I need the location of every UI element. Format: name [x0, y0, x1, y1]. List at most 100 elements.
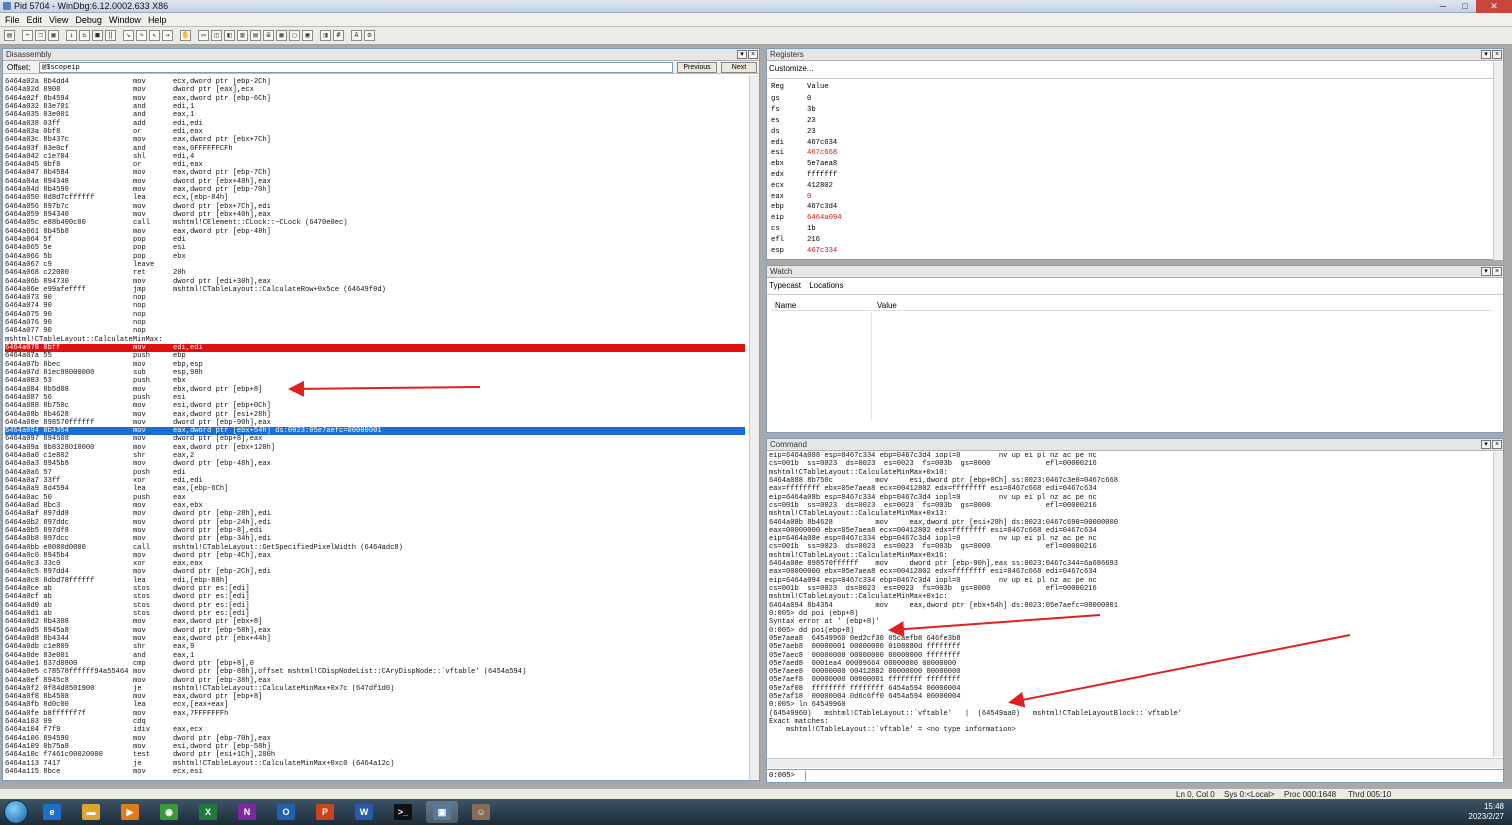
register-row[interactable]: ebx 5e7aea8 [771, 159, 842, 170]
register-row[interactable]: efl 216 [771, 234, 842, 245]
register-row[interactable]: es 23 [771, 116, 842, 127]
disassembly-line[interactable]: 6464a0ce ab stos dword ptr es:[edi] [5, 585, 745, 593]
memory-window-icon[interactable]: ▤ [250, 30, 261, 41]
taskbar-excel-button[interactable]: X [192, 801, 224, 823]
disassembly-line[interactable]: 6464a106 894590 mov dword ptr [ebp-70h],ea… [5, 735, 745, 743]
call-stack-window-icon[interactable]: ≣ [263, 30, 274, 41]
break-icon[interactable]: ‖ [105, 30, 116, 41]
register-row[interactable]: eip 6464a094 [771, 213, 842, 224]
disassembly-line[interactable]: 6464a0b5 897df8 mov dword ptr [ebp-8],edi [5, 527, 745, 535]
step-into-icon[interactable]: ↘ [123, 30, 134, 41]
disassembly-line[interactable]: 6464a056 897b7c mov dword ptr [ebx+7Ch],ed… [5, 203, 745, 211]
disassembly-line[interactable]: 6464a035 83e001 and eax,1 [5, 111, 745, 119]
disassembly-line[interactable]: 6464a076 90 nop [5, 319, 745, 327]
pane-close-icon[interactable]: × [1492, 267, 1502, 276]
hex-mode-icon[interactable]: # [333, 30, 344, 41]
disassembly-line[interactable]: 6464a04d 8b4590 mov eax,dword ptr [ebp-70h… [5, 186, 745, 194]
disassembly-line[interactable]: 6464a0a9 8d4594 lea eax,[ebp-6Ch] [5, 485, 745, 493]
register-row[interactable]: edx fffffff [771, 170, 842, 181]
disassembly-line[interactable]: 6464a0fb 8d0c00 lea ecx,[eax+eax] [5, 701, 745, 709]
options-icon[interactable]: ⚙ [364, 30, 375, 41]
disassembly-scrollbar[interactable] [749, 75, 759, 780]
pane-close-icon[interactable]: × [1492, 440, 1502, 449]
processes-threads-icon[interactable]: ▣ [302, 30, 313, 41]
disassembly-line[interactable]: 6464a0a7 33ff xor edi,edi [5, 477, 745, 485]
disassembly-line[interactable]: 6464a087 56 push esi [5, 394, 745, 402]
disassembly-line[interactable]: 6464a078 8bff mov edi,edi [5, 344, 745, 353]
maximize-button[interactable]: □ [1454, 0, 1476, 13]
copy-icon[interactable]: ❐ [35, 30, 46, 41]
disassembly-line[interactable]: 6464a045 0bf8 or edi,eax [5, 161, 745, 169]
disassembly-line[interactable]: 6464a04a 894348 mov dword ptr [ebx+48h],ea… [5, 178, 745, 186]
disassembly-line[interactable]: 6464a07a 55 push ebp [5, 352, 745, 360]
next-button[interactable]: Next [721, 62, 757, 73]
disassembly-line[interactable]: 6464a02f 8b4594 mov eax,dword ptr [ebp-6Ch… [5, 95, 745, 103]
disassembly-line[interactable]: 6464a074 90 nop [5, 302, 745, 310]
disassembly-line[interactable]: 6464a064 5f pop edi [5, 236, 745, 244]
open-icon[interactable]: ▤ [4, 30, 15, 41]
disassembly-line[interactable]: 6464a06b 894730 mov dword ptr [edi+30h],ea… [5, 278, 745, 286]
disassembly-line[interactable]: 6464a0ac 50 push eax [5, 494, 745, 502]
watch-window-icon[interactable]: ◫ [211, 30, 222, 41]
disassembly-line[interactable]: 6464a0a3 8945b8 mov dword ptr [ebp-48h],ea… [5, 460, 745, 468]
menu-file[interactable]: File [3, 13, 25, 26]
disassembly-line[interactable]: 6464a073 90 nop [5, 294, 745, 302]
register-row[interactable]: ecx 412802 [771, 180, 842, 191]
disassembly-line[interactable]: 6464a0b8 897dcc mov dword ptr [ebp-34h],ed… [5, 535, 745, 543]
disassembly-line[interactable]: 6464a06e e99afeffff jmp mshtml!CTableLayou… [5, 286, 745, 294]
disassembly-line[interactable]: 6464a065 5e pop esi [5, 244, 745, 252]
menu-view[interactable]: View [47, 13, 73, 26]
disassembly-line[interactable]: mshtml!CTableLayout::CalculateMinMax: [5, 336, 745, 344]
disassembly-line[interactable]: 6464a0d5 8945a8 mov dword ptr [ebp-58h],ea… [5, 627, 745, 635]
taskbar-word-button[interactable]: W [348, 801, 380, 823]
disassembly-listing[interactable]: 6464a02a 8b4dd4 mov ecx,dword ptr [ebp-2Ch… [5, 78, 745, 778]
locals-window-icon[interactable]: ◧ [224, 30, 235, 41]
disassembly-line[interactable]: 6464a042 c1e704 shl edi,4 [5, 153, 745, 161]
disassembly-line[interactable]: 6464a050 8d8d7cffffff lea ecx,[ebp-84h] [5, 194, 745, 202]
disassembly-line[interactable]: 6464a0de 83e001 and eax,1 [5, 652, 745, 660]
disassembly-line[interactable]: 6464a0db c1e809 shr eax,9 [5, 643, 745, 651]
clock[interactable]: 15:48 2023/2/27 [1468, 802, 1504, 822]
disassembly-line[interactable]: 6464a03a 0bf8 or edi,eax [5, 128, 745, 136]
register-row[interactable]: gs 0 [771, 94, 842, 105]
disassembly-line[interactable]: 6464a115 8bce mov ecx,esi [5, 768, 745, 776]
font-icon[interactable]: A [351, 30, 362, 41]
locations-button[interactable]: Locations [809, 281, 843, 290]
register-row[interactable]: edi 467c634 [771, 137, 842, 148]
disassembly-line[interactable]: 6464a08e 898570ffffff mov dword ptr [ebp-9… [5, 419, 745, 427]
disassembly-line[interactable]: 6464a059 894340 mov dword ptr [ebx+40h],ea… [5, 211, 745, 219]
register-row[interactable]: cs 1b [771, 224, 842, 235]
disassembly-line[interactable]: 6464a02d 8908 mov dword ptr [eax],ecx [5, 86, 745, 94]
step-over-icon[interactable]: ↷ [136, 30, 147, 41]
disassembly-line[interactable]: 6464a097 894508 mov dword ptr [ebp+8],eax [5, 435, 745, 443]
disassembly-window-icon[interactable]: ▦ [276, 30, 287, 41]
disassembly-line[interactable]: 6464a038 03ff add edi,edi [5, 120, 745, 128]
disassembly-line[interactable]: 6464a094 8b4354 mov eax,dword ptr [ebx+54h… [5, 427, 745, 436]
customize-button[interactable]: Customize... [767, 61, 1503, 79]
disassembly-line[interactable]: 6464a103 99 cdq [5, 718, 745, 726]
breakpoint-hand-icon[interactable]: ✋ [180, 30, 191, 41]
disassembly-line[interactable]: 6464a08b 8b4628 mov eax,dword ptr [esi+28h… [5, 411, 745, 419]
registers-window-icon[interactable]: ▥ [237, 30, 248, 41]
pane-menu-icon[interactable]: ▾ [1481, 440, 1491, 449]
disassembly-line[interactable]: 6464a0a0 c1e802 shr eax,2 [5, 452, 745, 460]
disassembly-line[interactable]: 6464a0d8 8b4344 mov eax,dword ptr [ebx+44h… [5, 635, 745, 643]
run-to-cursor-icon[interactable]: → [162, 30, 173, 41]
disassembly-line[interactable]: 6464a088 8b750c mov esi,dword ptr [ebp+0Ch… [5, 402, 745, 410]
minimize-button[interactable]: ─ [1432, 0, 1454, 13]
cut-icon[interactable]: ✂ [22, 30, 33, 41]
disassembly-line[interactable]: 6464a02a 8b4dd4 mov ecx,dword ptr [ebp-2Ch… [5, 78, 745, 86]
paste-icon[interactable]: ▦ [48, 30, 59, 41]
disassembly-line[interactable]: 6464a061 8b45b8 mov eax,dword ptr [ebp-48h… [5, 228, 745, 236]
taskbar-powerpoint-button[interactable]: P [309, 801, 341, 823]
watch-grid[interactable]: Name Value [771, 299, 1493, 427]
go-icon[interactable]: ↓ [66, 30, 77, 41]
disassembly-line[interactable]: 6464a0e5 c78578ffffff94a55464 mov dword pt… [5, 668, 745, 676]
disassembly-line[interactable]: 6464a109 8b75a8 mov esi,dword ptr [ebp-58h… [5, 743, 745, 751]
offset-input[interactable] [39, 62, 673, 73]
pane-menu-icon[interactable]: ▾ [737, 50, 747, 59]
taskbar-media-button[interactable]: ▶ [114, 801, 146, 823]
disassembly-line[interactable]: 6464a0d1 ab stos dword ptr es:[edi] [5, 610, 745, 618]
menu-edit[interactable]: Edit [25, 13, 48, 26]
disassembly-line[interactable]: 6464a0fe b8ffffff7f mov eax,7FFFFFFFh [5, 710, 745, 718]
